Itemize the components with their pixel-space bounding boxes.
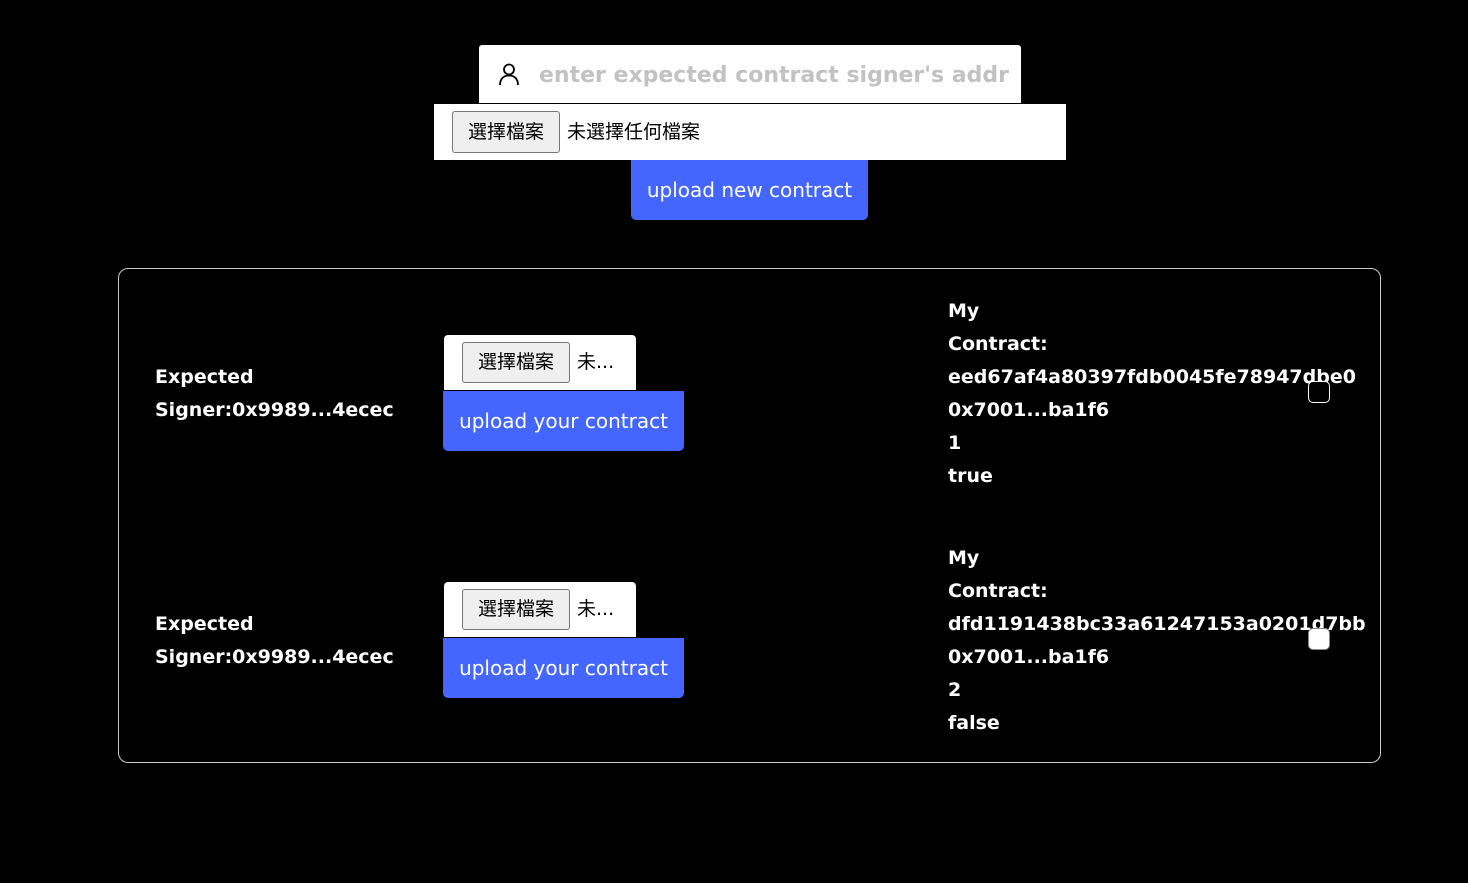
user-icon: [499, 63, 519, 86]
expected-label: Expected: [155, 613, 254, 635]
upload-your-contract-button[interactable]: upload your contract: [443, 391, 684, 451]
file-status-text: 未...: [577, 598, 615, 620]
contract-row: Expected Signer:0x9989...4ecec 選擇檔案 未...…: [119, 538, 1380, 738]
contract-checkbox[interactable]: [1308, 381, 1330, 403]
signer-address: Signer:0x9989...4ecec: [155, 399, 394, 421]
contract-info: My Contract: dfd1191438bc33a61247153a020…: [948, 542, 1366, 740]
choose-file-button[interactable]: 選擇檔案: [452, 111, 560, 153]
contract-status: false: [948, 712, 1000, 734]
contract-checkbox[interactable]: [1308, 628, 1330, 650]
contract-hash: dfd1191438bc33a61247153a0201d7bb: [948, 613, 1366, 635]
contract-index: 1: [948, 432, 962, 454]
contract-file-picker: 選擇檔案 未選擇任何檔案: [434, 104, 1066, 160]
choose-file-button[interactable]: 選擇檔案: [462, 589, 570, 630]
signer-address-input[interactable]: [537, 55, 1011, 95]
upload-your-contract-button[interactable]: upload your contract: [443, 638, 684, 698]
expected-label: Expected: [155, 366, 254, 388]
expected-signer: Expected Signer:0x9989...4ecec: [155, 361, 405, 427]
my-label: My: [948, 547, 980, 569]
contract-hash: eed67af4a80397fdb0045fe78947dbe0: [948, 366, 1356, 388]
expected-signer: Expected Signer:0x9989...4ecec: [155, 608, 405, 674]
signer-address-box: [479, 45, 1021, 103]
contracts-panel: Expected Signer:0x9989...4ecec 選擇檔案 未...…: [118, 268, 1381, 763]
contract-row: Expected Signer:0x9989...4ecec 選擇檔案 未...…: [119, 291, 1380, 491]
file-status-text: 未選擇任何檔案: [567, 121, 701, 143]
signer-address: Signer:0x9989...4ecec: [155, 646, 394, 668]
row-file-picker: 選擇檔案 未...: [444, 582, 636, 637]
upload-new-contract-button[interactable]: upload new contract: [631, 160, 868, 220]
my-label: My: [948, 300, 980, 322]
contract-address: 0x7001...ba1f6: [948, 646, 1110, 668]
contract-label: Contract:: [948, 333, 1048, 355]
contract-label: Contract:: [948, 580, 1048, 602]
choose-file-button[interactable]: 選擇檔案: [462, 342, 570, 383]
contract-status: true: [948, 465, 993, 487]
file-status-text: 未...: [577, 351, 615, 373]
row-file-picker: 選擇檔案 未...: [444, 335, 636, 390]
contract-index: 2: [948, 679, 962, 701]
contract-info: My Contract: eed67af4a80397fdb0045fe7894…: [948, 295, 1356, 493]
contract-address: 0x7001...ba1f6: [948, 399, 1110, 421]
